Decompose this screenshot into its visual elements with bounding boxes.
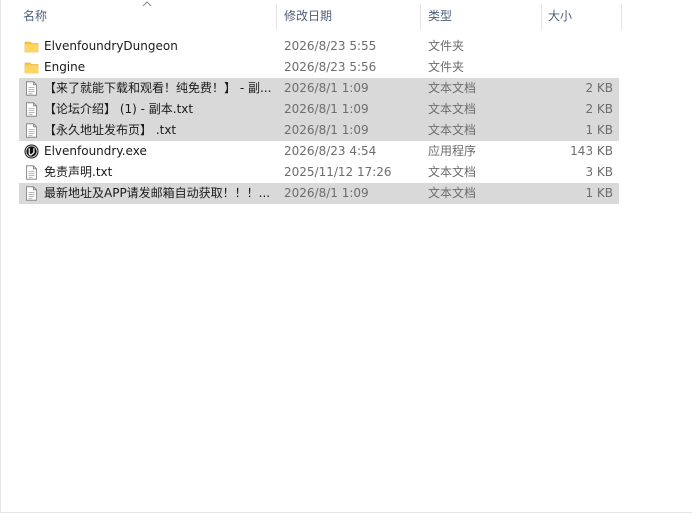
file-modified-date: 2025/11/12 17:26 — [284, 165, 392, 179]
file-row[interactable]: 【论坛介绍】 (1) - 副本.txt 2026/8/1 1:09 文本文档 2… — [19, 99, 619, 120]
file-list-pane: 名称 修改日期 类型 大小 ElvenfoundryDungeon 2026/8… — [0, 0, 692, 513]
file-name: Engine — [44, 60, 86, 74]
column-header-modified[interactable]: 修改日期 — [284, 0, 332, 32]
file-type: 文本文档 — [428, 81, 477, 95]
unreal-app-icon — [24, 144, 39, 159]
file-type: 文件夹 — [428, 60, 465, 74]
column-divider[interactable] — [541, 4, 542, 30]
column-header-row: 名称 修改日期 类型 大小 — [1, 0, 622, 32]
text-file-icon — [24, 165, 39, 180]
file-name: Elvenfoundry.exe — [44, 144, 147, 158]
file-modified-date: 2026/8/1 1:09 — [284, 186, 369, 200]
file-size: 143 KB — [570, 144, 613, 158]
file-row[interactable]: Engine 2026/8/23 5:56 文件夹 — [19, 57, 619, 78]
file-type: 文本文档 — [428, 102, 477, 116]
file-row[interactable]: Elvenfoundry.exe 2026/8/23 4:54 应用程序 143… — [19, 141, 619, 162]
column-divider[interactable] — [276, 4, 277, 30]
text-file-icon — [24, 102, 39, 117]
file-row[interactable]: ElvenfoundryDungeon 2026/8/23 5:55 文件夹 — [19, 36, 619, 57]
file-name: 免责声明.txt — [44, 165, 113, 179]
file-modified-date: 2026/8/23 5:55 — [284, 39, 377, 53]
column-header-type[interactable]: 类型 — [428, 0, 452, 32]
file-name: 【来了就能下载和观看！纯免费！】 - 副... — [44, 81, 272, 95]
file-name: ElvenfoundryDungeon — [44, 39, 178, 53]
file-modified-date: 2026/8/23 4:54 — [284, 144, 377, 158]
file-name: 【论坛介绍】 (1) - 副本.txt — [44, 102, 194, 116]
text-file-icon — [24, 81, 39, 96]
file-type: 文本文档 — [428, 123, 477, 137]
file-name: 最新地址及APP请发邮箱自动获取！！！... — [44, 186, 271, 200]
column-divider[interactable] — [621, 4, 622, 30]
column-header-size[interactable]: 大小 — [548, 0, 572, 32]
file-name: 【永久地址发布页】 .txt — [44, 123, 177, 137]
column-divider[interactable] — [420, 4, 421, 30]
file-type: 文本文档 — [428, 186, 477, 200]
file-modified-date: 2026/8/1 1:09 — [284, 123, 369, 137]
file-size: 2 KB — [585, 81, 613, 95]
file-modified-date: 2026/8/1 1:09 — [284, 81, 369, 95]
file-row[interactable]: 最新地址及APP请发邮箱自动获取！！！... 2026/8/1 1:09 文本文… — [19, 183, 619, 204]
file-type: 文件夹 — [428, 39, 465, 53]
sort-ascending-icon — [142, 1, 152, 7]
file-type: 文本文档 — [428, 165, 477, 179]
text-file-icon — [24, 186, 39, 201]
file-type: 应用程序 — [428, 144, 477, 158]
file-row[interactable]: 【来了就能下载和观看！纯免费！】 - 副... 2026/8/1 1:09 文本… — [19, 78, 619, 99]
file-size: 1 KB — [585, 123, 613, 137]
file-row[interactable]: 【永久地址发布页】 .txt 2026/8/1 1:09 文本文档 1 KB — [19, 120, 619, 141]
folder-icon — [24, 39, 39, 54]
file-size: 2 KB — [585, 102, 613, 116]
column-header-name[interactable]: 名称 — [23, 0, 47, 32]
file-list: ElvenfoundryDungeon 2026/8/23 5:55 文件夹 E… — [19, 36, 619, 204]
file-modified-date: 2026/8/23 5:56 — [284, 60, 377, 74]
folder-icon — [24, 60, 39, 75]
file-size: 1 KB — [585, 186, 613, 200]
text-file-icon — [24, 123, 39, 138]
file-row[interactable]: 免责声明.txt 2025/11/12 17:26 文本文档 3 KB — [19, 162, 619, 183]
file-modified-date: 2026/8/1 1:09 — [284, 102, 369, 116]
file-size: 3 KB — [585, 165, 613, 179]
